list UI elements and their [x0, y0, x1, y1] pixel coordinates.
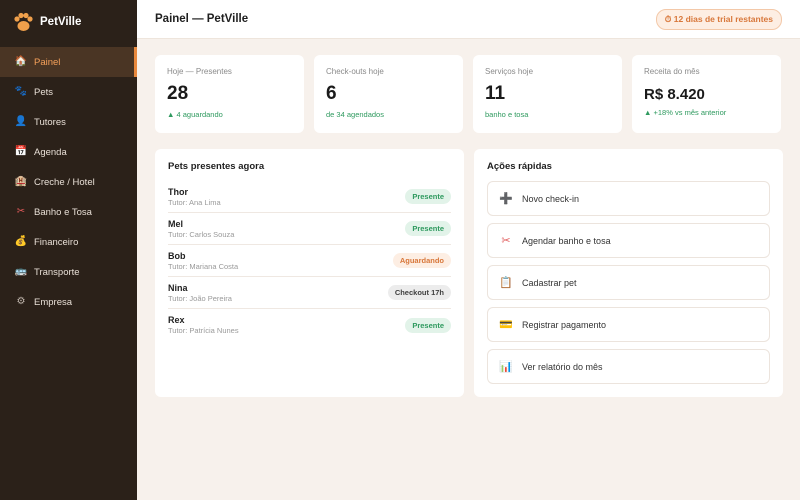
stat-value: 6: [326, 83, 337, 104]
clipboard-icon: 📋: [499, 277, 513, 289]
action-label: Registrar pagamento: [522, 319, 607, 330]
pet-row[interactable]: Mel Tutor: Carlos Souza Presente: [168, 213, 451, 245]
top-header: Painel — PetVille ⏱ 12 dias de trial res…: [137, 0, 800, 39]
sidebar-item-label: Creche / Hotel: [34, 176, 95, 188]
stat-subtext: de 34 agendados: [326, 110, 384, 119]
stat-card-receita: Receita do mês R$ 8.420 ▲ +18% vs mês an…: [632, 55, 781, 133]
pet-tutor: Tutor: Ana Lima: [168, 197, 221, 207]
sidebar-item-creche-hotel[interactable]: 🏨 Creche / Hotel: [0, 167, 137, 197]
sidebar-item-label: Transporte: [34, 266, 80, 278]
action-label: Novo check-in: [522, 193, 580, 204]
monthly-report-button[interactable]: 📊 Ver relatório do mês: [487, 349, 770, 384]
pet-name: Rex: [168, 315, 185, 325]
action-label: Ver relatório do mês: [522, 361, 603, 372]
credit-card-icon: 💳: [499, 319, 513, 331]
pet-row[interactable]: Thor Tutor: Ana Lima Presente: [168, 181, 451, 213]
user-icon: 👤: [14, 116, 28, 127]
stat-card-checkouts: Check-outs hoje 6 de 34 agendados: [314, 55, 463, 133]
pet-row[interactable]: Bob Tutor: Mariana Costa Aguardando: [168, 245, 451, 277]
status-badge: Presente: [405, 189, 451, 204]
sidebar-item-label: Agenda: [34, 146, 67, 158]
register-pet-button[interactable]: 📋 Cadastrar pet: [487, 265, 770, 300]
sidebar-item-agenda[interactable]: 📅 Agenda: [0, 137, 137, 167]
page-title: Painel — PetVille: [155, 13, 249, 25]
panel-title: Pets presentes agora: [168, 161, 265, 172]
sidebar-item-transporte[interactable]: 🚌 Transporte: [0, 257, 137, 287]
sidebar-item-label: Empresa: [34, 296, 73, 308]
app-name: PetVille: [40, 16, 82, 28]
sidebar: PetVille 🏠 Painel 🐾 Pets 👤 Tutores 📅 Age…: [0, 0, 137, 500]
pet-name: Bob: [168, 250, 186, 261]
scissors-icon: ✂: [16, 206, 26, 217]
sidebar-item-financeiro[interactable]: 💰 Financeiro: [0, 227, 137, 257]
paw-icon: 🐾: [14, 86, 28, 97]
stat-label: Serviços hoje: [485, 67, 534, 76]
paw-logo-icon: [12, 11, 34, 33]
action-label: Agendar banho e tosa: [522, 235, 611, 246]
plus-icon: ➕: [499, 193, 513, 205]
pet-tutor: Tutor: Patrícia Nunes: [168, 326, 239, 335]
status-badge: Aguardando: [392, 253, 451, 268]
pet-row[interactable]: Nina Tutor: João Pereira Checkout 17h: [168, 277, 451, 309]
sidebar-item-label: Financeiro: [34, 236, 79, 248]
sidebar-item-tutores[interactable]: 👤 Tutores: [0, 107, 137, 137]
pet-tutor: Tutor: Carlos Souza: [168, 229, 235, 239]
stat-value: 28: [167, 83, 189, 104]
trial-badge[interactable]: ⏱ 12 dias de trial restantes: [655, 8, 782, 30]
pet-tutor: Tutor: João Pereira: [168, 293, 232, 303]
schedule-grooming-button[interactable]: ✂ Agendar banho e tosa: [487, 223, 770, 258]
home-icon: 🏠: [14, 56, 28, 67]
stat-label: Receita do mês: [644, 67, 700, 76]
sidebar-item-label: Painel: [34, 56, 61, 68]
stat-value: R$ 8.420: [644, 86, 705, 103]
panel-title: Ações rápidas: [487, 161, 552, 172]
sidebar-item-painel[interactable]: 🏠 Painel: [0, 47, 137, 77]
stat-value: 11: [485, 83, 506, 104]
status-badge: Checkout 17h: [387, 285, 451, 300]
stat-subtext: ▲ +18% vs mês anterior: [644, 108, 727, 117]
money-bag-icon: 💰: [14, 236, 28, 247]
sidebar-item-label: Banho e Tosa: [34, 206, 92, 218]
sidebar-item-banho-tosa[interactable]: ✂ Banho e Tosa: [0, 197, 137, 227]
sidebar-item-pets[interactable]: 🐾 Pets: [0, 77, 137, 107]
status-badge: Presente: [405, 221, 451, 236]
action-label: Cadastrar pet: [522, 277, 577, 288]
register-payment-button[interactable]: 💳 Registrar pagamento: [487, 307, 770, 342]
sidebar-item-label: Tutores: [34, 116, 66, 128]
pet-name: Thor: [168, 186, 188, 197]
stat-label: Check-outs hoje: [326, 67, 384, 76]
bar-chart-icon: 📊: [499, 361, 513, 373]
stat-card-presentes: Hoje — Presentes 28 ▲ 4 aguardando: [155, 55, 304, 133]
quick-actions-panel: Ações rápidas ➕ Novo check-in ✂ Agendar …: [474, 149, 783, 397]
stat-subtext: banho e tosa: [485, 110, 529, 119]
sidebar-item-label: Pets: [34, 86, 54, 98]
stat-subtext: ▲ 4 aguardando: [167, 110, 223, 119]
sidebar-item-empresa[interactable]: ⚙ Empresa: [0, 287, 137, 317]
gear-icon: ⚙: [16, 296, 26, 307]
pet-tutor: Tutor: Mariana Costa: [168, 261, 239, 271]
brand[interactable]: PetVille: [0, 0, 137, 44]
stat-label: Hoje — Presentes: [167, 67, 232, 76]
status-badge: Presente: [405, 317, 451, 333]
calendar-icon: 📅: [14, 146, 28, 157]
sidebar-nav: 🏠 Painel 🐾 Pets 👤 Tutores 📅 Agenda 🏨 Cre…: [0, 47, 137, 317]
bus-icon: 🚌: [14, 266, 28, 277]
stat-card-servicos: Serviços hoje 11 banho e tosa: [473, 55, 622, 133]
scissors-icon: ✂: [501, 235, 511, 247]
new-checkin-button[interactable]: ➕ Novo check-in: [487, 181, 770, 216]
hotel-icon: 🏨: [14, 176, 28, 187]
pet-row[interactable]: Rex Tutor: Patrícia Nunes Presente: [168, 309, 451, 341]
pet-name: Nina: [168, 282, 188, 293]
stats-row: Hoje — Presentes 28 ▲ 4 aguardando Check…: [155, 55, 781, 133]
pet-name: Mel: [168, 218, 184, 229]
pets-present-panel: Pets presentes agora Thor Tutor: Ana Lim…: [155, 149, 464, 397]
